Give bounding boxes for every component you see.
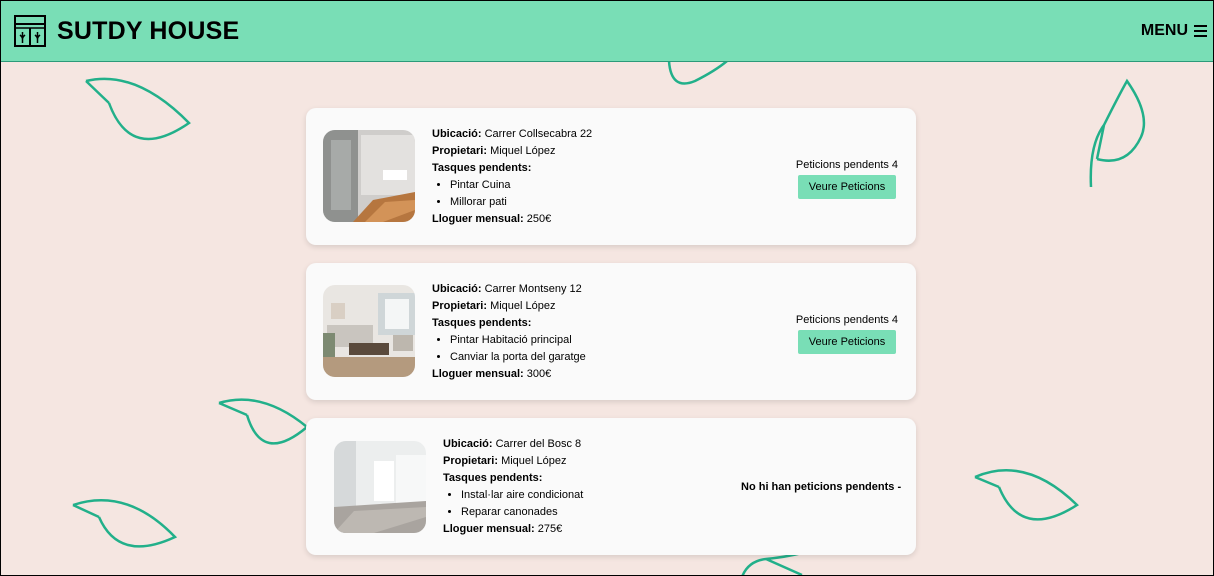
brand[interactable]: SUTDY HOUSE bbox=[13, 14, 239, 48]
leaf-decoration-icon bbox=[741, 553, 803, 575]
task-item: Pintar Habitació principal bbox=[450, 332, 586, 349]
listing-card: Ubicació: Carrer Montseny 12 Propietari:… bbox=[306, 263, 916, 400]
rent-row: Lloguer mensual: 275€ bbox=[443, 521, 583, 538]
property-photo bbox=[323, 285, 415, 377]
tasks-label: Tasques pendents: bbox=[432, 162, 532, 174]
listing-info: Ubicació: Carrer del Bosc 8 Propietari: … bbox=[443, 436, 583, 538]
requests-panel: Peticions pendents 4 Veure Peticions bbox=[782, 159, 912, 199]
menu-button[interactable]: MENU bbox=[1141, 22, 1207, 40]
view-requests-button[interactable]: Veure Peticions bbox=[797, 330, 897, 354]
leaf-decoration-icon bbox=[85, 77, 191, 141]
empty-room-photo-icon bbox=[334, 441, 426, 533]
view-requests-button[interactable]: Veure Peticions bbox=[797, 175, 897, 199]
owner-value: Miquel López bbox=[490, 145, 556, 157]
listing-card: Ubicació: Carrer Collsecabra 22 Propieta… bbox=[306, 108, 916, 245]
rent-value: 250€ bbox=[526, 213, 552, 225]
location-value: Carrer Montseny 12 bbox=[484, 283, 582, 295]
rent-label: Lloguer mensual: bbox=[443, 523, 535, 535]
tasks-heading: Tasques pendents: bbox=[432, 315, 586, 332]
no-requests-text: No hi han peticions pendents - bbox=[741, 481, 902, 493]
owner-label: Propietari: bbox=[432, 300, 488, 312]
task-item: Instal·lar aire condicionat bbox=[461, 487, 583, 504]
page: SUTDY HOUSE MENU Ubicació: Carrer Collse… bbox=[0, 0, 1214, 576]
property-photo bbox=[334, 441, 426, 533]
listing-info: Ubicació: Carrer Montseny 12 Propietari:… bbox=[432, 281, 586, 383]
location-label: Ubicació: bbox=[432, 283, 482, 295]
tasks-label: Tasques pendents: bbox=[432, 317, 532, 329]
top-navbar: SUTDY HOUSE MENU bbox=[1, 1, 1213, 62]
tasks-heading: Tasques pendents: bbox=[432, 160, 592, 177]
tasks-list: Pintar Cuina Millorar pati bbox=[432, 177, 592, 211]
leaf-decoration-icon bbox=[218, 398, 309, 445]
owner-value: Miquel López bbox=[490, 300, 556, 312]
listing-info: Ubicació: Carrer Collsecabra 22 Propieta… bbox=[432, 126, 592, 228]
tasks-label: Tasques pendents: bbox=[443, 472, 543, 484]
location-row: Ubicació: Carrer Montseny 12 bbox=[432, 281, 586, 298]
tasks-heading: Tasques pendents: bbox=[443, 470, 583, 487]
location-value: Carrer Collsecabra 22 bbox=[484, 128, 593, 140]
requests-text: Peticions pendents 4 bbox=[795, 159, 899, 171]
requests-text: Peticions pendents 4 bbox=[795, 314, 899, 326]
owner-row: Propietari: Miquel López bbox=[432, 298, 586, 315]
bathroom-photo-icon bbox=[323, 130, 415, 222]
task-item: Canviar la porta del garatge bbox=[450, 349, 586, 366]
hamburger-icon bbox=[1194, 25, 1207, 37]
owner-label: Propietari: bbox=[443, 455, 499, 467]
rent-label: Lloguer mensual: bbox=[432, 213, 524, 225]
rent-value: 275€ bbox=[537, 523, 563, 535]
living-room-photo-icon bbox=[323, 285, 415, 377]
task-item: Millorar pati bbox=[450, 194, 592, 211]
tasks-list: Pintar Habitació principal Canviar la po… bbox=[432, 332, 586, 366]
owner-row: Propietari: Miquel López bbox=[432, 143, 592, 160]
rent-row: Lloguer mensual: 300€ bbox=[432, 366, 586, 383]
leaf-decoration-icon bbox=[667, 60, 728, 85]
leaf-decoration-icon bbox=[1089, 78, 1146, 188]
requests-panel: Peticions pendents 4 Veure Peticions bbox=[782, 314, 912, 354]
rent-value: 300€ bbox=[526, 368, 552, 380]
owner-row: Propietari: Miquel López bbox=[443, 453, 583, 470]
task-item: Reparar canonades bbox=[461, 504, 583, 521]
owner-label: Propietari: bbox=[432, 145, 488, 157]
location-row: Ubicació: Carrer del Bosc 8 bbox=[443, 436, 583, 453]
house-logo-icon bbox=[14, 15, 46, 47]
tasks-list: Instal·lar aire condicionat Reparar cano… bbox=[443, 487, 583, 521]
rent-row: Lloguer mensual: 250€ bbox=[432, 211, 592, 228]
menu-label: MENU bbox=[1140, 22, 1188, 39]
leaf-decoration-icon bbox=[974, 469, 1079, 521]
location-value: Carrer del Bosc 8 bbox=[495, 438, 582, 450]
task-item: Pintar Cuina bbox=[450, 177, 592, 194]
location-label: Ubicació: bbox=[432, 128, 482, 140]
leaf-decoration-icon bbox=[72, 498, 178, 548]
rent-label: Lloguer mensual: bbox=[432, 368, 524, 380]
location-row: Ubicació: Carrer Collsecabra 22 bbox=[432, 126, 592, 143]
owner-value: Miquel López bbox=[501, 455, 567, 467]
brand-title: SUTDY HOUSE bbox=[57, 16, 240, 45]
location-label: Ubicació: bbox=[443, 438, 493, 450]
property-photo bbox=[323, 130, 415, 222]
listing-card: Ubicació: Carrer del Bosc 8 Propietari: … bbox=[306, 418, 916, 555]
